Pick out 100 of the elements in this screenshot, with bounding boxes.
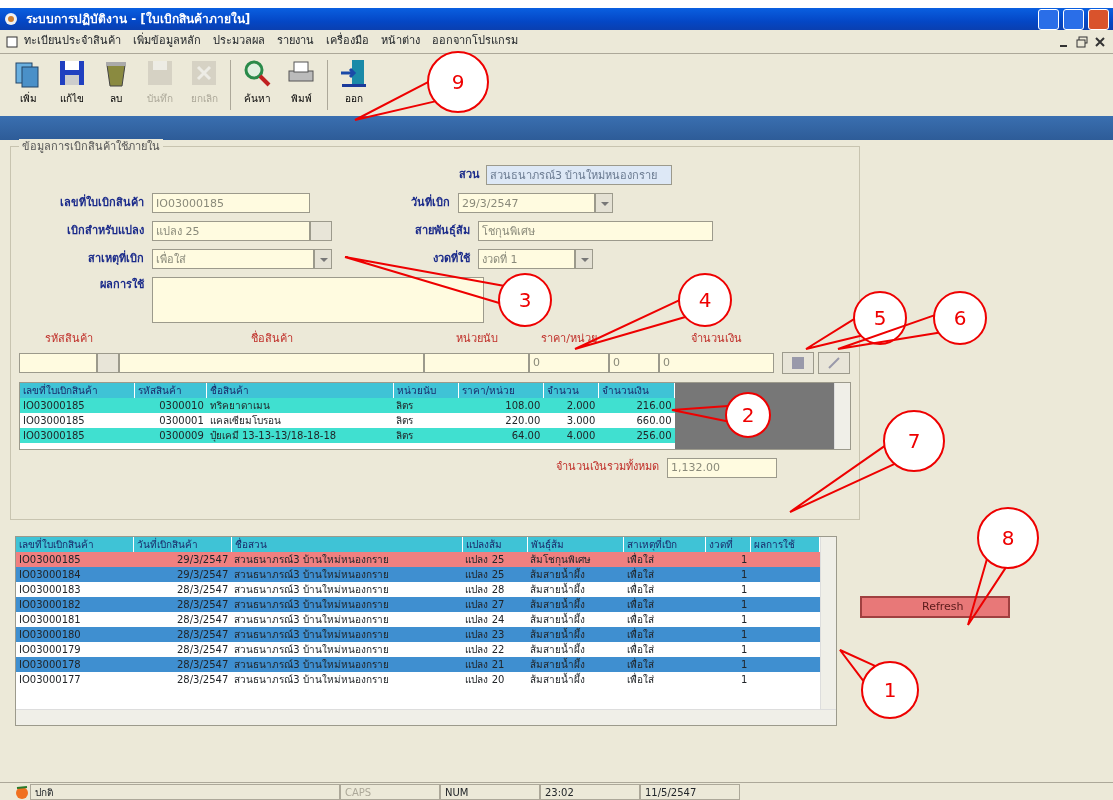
column-header[interactable]: สาเหตุที่เบิก: [623, 537, 706, 552]
table-cell: IO03000185: [23, 429, 85, 441]
column-header[interactable]: จำนวน: [543, 382, 599, 398]
input-field[interactable]: [119, 352, 424, 373]
scrollbar[interactable]: [820, 537, 836, 709]
table-cell: IO03000184: [19, 569, 81, 580]
menu-item[interactable]: ประมวลผล: [207, 32, 271, 51]
table-cell: สวนธนาภรณ์3 บ้านใหม่หนองกราย: [234, 599, 389, 610]
edit-button[interactable]: แก้ไข: [50, 57, 94, 113]
total-field[interactable]: 1,132.00: [667, 457, 777, 478]
menu-item[interactable]: เพิ่มข้อมูลหลัก: [127, 32, 207, 51]
table-row[interactable]: IO03000177 28/3/2547 สวนธนาภรณ์3 บ้านใหม่หนองกราย แปลง 20 ส้มสายน้ำผึ้ง เพื่อใส่ 1: [16, 672, 820, 687]
menu-item[interactable]: ออกจากโปรแกรม: [426, 32, 524, 51]
column-header[interactable]: รหัสสินค้า: [134, 382, 207, 398]
dropdown-field[interactable]: งวดที่ 1: [478, 249, 575, 269]
dropdown-button[interactable]: [595, 193, 613, 213]
table-cell: ลิตร: [396, 399, 414, 411]
table-cell: 2.000: [566, 399, 596, 411]
app-icon: [4, 12, 18, 26]
scrollbar[interactable]: [16, 709, 836, 725]
status-panel: 11/5/2547: [640, 783, 740, 800]
browse-button[interactable]: [97, 352, 119, 373]
table-cell: 28/3/2547: [177, 614, 229, 625]
table-cell: IO03000185: [19, 554, 81, 565]
table-cell: 3.000: [566, 414, 596, 426]
table-row[interactable]: IO03000180 28/3/2547 สวนธนาภรณ์3 บ้านใหม่หนองกราย แปลง 23 ส้มสายน้ำผึ้ง เพื่อใส่ 1: [16, 627, 820, 642]
table-cell: IO03000183: [19, 584, 81, 595]
column-header[interactable]: งวดที่: [705, 537, 751, 552]
input-field[interactable]: สวนธนาภรณ์3 บ้านใหม่หนองกราย: [486, 165, 672, 185]
search-button[interactable]: ค้นหา: [235, 57, 279, 113]
text-area[interactable]: [152, 277, 484, 323]
table-cell: 1: [740, 584, 748, 595]
browse-button[interactable]: [310, 221, 332, 241]
table-cell: 0300001: [159, 414, 204, 426]
column-header[interactable]: เลขที่ใบเบิกสินค้า: [20, 382, 135, 398]
table-cell: ลิตร: [396, 429, 414, 441]
dropdown-field[interactable]: เพื่อใส่: [152, 249, 314, 269]
table-row[interactable]: IO03000181 28/3/2547 สวนธนาภรณ์3 บ้านใหม่หนองกราย แปลง 24 ส้มสายน้ำผึ้ง เพื่อใส่ 1: [16, 612, 820, 627]
table-cell: แปลง 21: [465, 659, 505, 670]
input-field[interactable]: 0: [529, 352, 609, 373]
exit-button[interactable]: ออก: [332, 57, 376, 113]
column-header[interactable]: วันที่เบิกสินค้า: [133, 537, 232, 552]
table-cell: ส้มสายน้ำผึ้ง: [530, 614, 586, 625]
column-header[interactable]: จำนวนเงิน: [598, 382, 675, 398]
status-panel: 23:02: [540, 783, 640, 800]
column-header[interactable]: แปลงส้ม: [462, 537, 528, 552]
table-cell: แปลง 25: [465, 554, 505, 565]
table-cell: ลิตร: [396, 414, 414, 426]
table-row[interactable]: IO03000184 29/3/2547 สวนธนาภรณ์3 บ้านใหม่หนองกราย แปลง 25 ส้มสายน้ำผึ้ง เพื่อใส่ 1: [16, 567, 820, 582]
scrollbar[interactable]: [834, 382, 850, 449]
column-header[interactable]: ราคา/หน่วย: [458, 382, 544, 398]
input-field[interactable]: IO03000185: [152, 193, 310, 213]
table-cell: 1: [740, 659, 748, 670]
input-field[interactable]: 0: [659, 352, 774, 373]
table-cell: 220.00: [505, 414, 541, 426]
delete-button[interactable]: ลบ: [94, 57, 138, 113]
input-field[interactable]: [19, 352, 97, 373]
save-item-button[interactable]: [782, 351, 814, 374]
table-cell: ส้มสายน้ำผึ้ง: [530, 599, 586, 610]
dropdown-button[interactable]: [575, 249, 593, 269]
table-cell: 29/3/2547: [177, 554, 229, 565]
clear-item-button[interactable]: [818, 351, 850, 374]
table-cell: สวนธนาภรณ์3 บ้านใหม่หนองกราย: [234, 674, 389, 685]
input-field[interactable]: 0: [609, 352, 659, 373]
table-row[interactable]: IO03000179 28/3/2547 สวนธนาภรณ์3 บ้านใหม่หนองกราย แปลง 22 ส้มสายน้ำผึ้ง เพื่อใส่ 1: [16, 642, 820, 657]
table-row[interactable]: IO03000183 28/3/2547 สวนธนาภรณ์3 บ้านใหม่หนองกราย แปลง 28 ส้มสายน้ำผึ้ง เพื่อใส่ 1: [16, 582, 820, 597]
column-header[interactable]: ชื่อสินค้า: [206, 382, 394, 398]
table-row[interactable]: IO03000178 28/3/2547 สวนธนาภรณ์3 บ้านใหม่หนองกราย แปลง 21 ส้มสายน้ำผึ้ง เพื่อใส่ 1: [16, 657, 820, 672]
date-field[interactable]: 29/3/2547: [458, 193, 595, 213]
slash-icon: [827, 355, 841, 370]
table-row[interactable]: IO03000185 29/3/2547 สวนธนาภรณ์3 บ้านใหม่หนองกราย แปลง 25 ส้มโชกุนพิเศษ เพื่อใส่ 1: [16, 552, 820, 567]
add-button[interactable]: เพิ่ม: [6, 57, 50, 113]
column-header[interactable]: ชื่อสวน: [231, 537, 463, 552]
restore-icon[interactable]: [1075, 34, 1089, 49]
close-button[interactable]: [1088, 8, 1109, 30]
table-cell: แปลง 23: [465, 629, 505, 640]
input-field[interactable]: แปลง 25: [152, 221, 310, 241]
table-cell: 28/3/2547: [177, 659, 229, 670]
table-cell: IO03000177: [19, 674, 81, 685]
print-button[interactable]: พิมพ์: [279, 57, 323, 113]
menu-item[interactable]: รายงาน: [271, 32, 320, 51]
close-icon[interactable]: [1093, 34, 1107, 49]
menu-item[interactable]: เครื่องมือ: [320, 32, 375, 51]
column-header[interactable]: ผลการใช้: [750, 537, 820, 552]
dropdown-button[interactable]: [314, 249, 332, 269]
input-field[interactable]: [424, 352, 529, 373]
table-cell: แปลง 25: [465, 569, 505, 580]
restore-button[interactable]: [1063, 8, 1084, 30]
minimize-button[interactable]: [1038, 8, 1059, 30]
refresh-button[interactable]: Refresh: [860, 596, 1010, 618]
table-cell: IO03000185: [23, 414, 85, 426]
menu-item[interactable]: หน้าต่าง: [375, 32, 426, 51]
column-header[interactable]: เลขที่ใบเบิกสินค้า: [16, 537, 134, 552]
table-row[interactable]: IO03000182 28/3/2547 สวนธนาภรณ์3 บ้านใหม่หนองกราย แปลง 27 ส้มสายน้ำผึ้ง เพื่อใส่ 1: [16, 597, 820, 612]
input-field[interactable]: โชกุนพิเศษ: [478, 221, 713, 241]
table-cell: 108.00: [505, 399, 541, 411]
square-icon: [791, 355, 805, 370]
column-header[interactable]: หน่วยนับ: [393, 382, 459, 398]
column-header[interactable]: พันธุ์ส้ม: [527, 537, 624, 552]
menu-item[interactable]: ทะเบียนประจำสินค้า: [18, 32, 127, 51]
